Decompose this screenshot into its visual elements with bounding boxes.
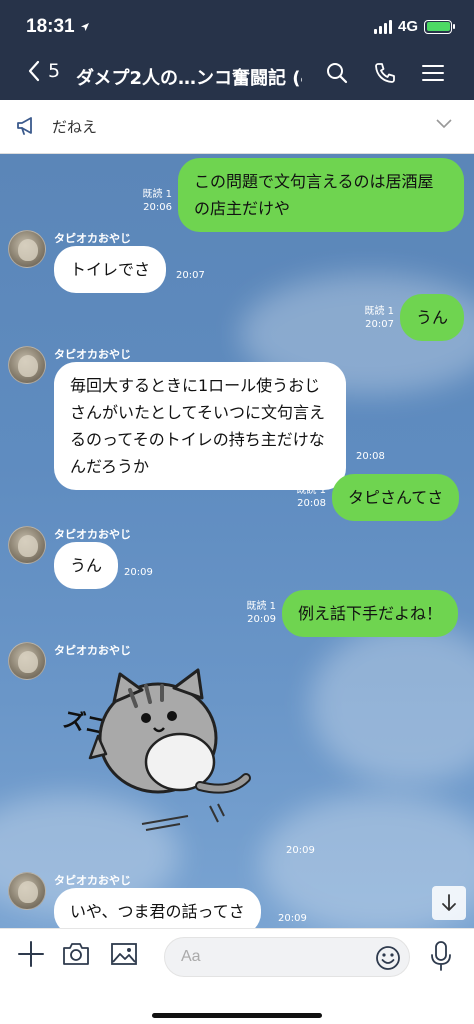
nav-bar: 5 ダメプ2人の…ンコ奮闘記 (4) [0,56,474,96]
sender-name: タピオカおやじ [54,348,131,361]
read-receipt: 既読 1 20:08 [296,485,326,509]
camera-icon[interactable] [62,941,90,967]
message-time: 20:09 [124,567,153,578]
sender-name: タピオカおやじ [54,644,131,657]
message-bubble[interactable]: いや、つま君の話ってさ [54,888,261,928]
sender-name: タピオカおやじ [54,528,131,541]
status-indicators: 4G [373,18,455,35]
cat-sticker[interactable]: ズコー [50,666,260,846]
read-receipt: 既読 1 20:09 [246,601,276,625]
megaphone-icon [17,117,32,135]
avatar[interactable] [8,526,46,564]
chevron-left-icon [28,60,40,82]
message-time: 20:08 [356,451,385,462]
message-bubble[interactable]: この問題で文句言えるのは居酒屋の店主だけや [178,158,464,232]
back-count: 5 [48,60,61,82]
signal-icon [373,19,392,34]
avatar[interactable] [8,642,46,680]
message-time: 20:09 [286,845,315,856]
menu-icon[interactable] [422,63,444,83]
chat-title[interactable]: ダメプ2人の…ンコ奮闘記 (4) [76,64,302,90]
message-input[interactable]: Aa [164,937,410,977]
scroll-down-button[interactable] [432,886,466,920]
chevron-down-icon[interactable] [436,119,452,129]
message-input-placeholder: Aa [181,948,201,965]
avatar[interactable] [8,230,46,268]
message-time: 20:07 [176,270,205,281]
network-label: 4G [397,18,418,35]
image-icon[interactable] [110,941,138,967]
announcement-bar[interactable]: だねえ [0,100,474,154]
battery-icon [424,19,455,34]
back-button[interactable]: 5 [28,60,60,82]
chat-area[interactable]: 既読 1 20:06 この問題で文句言えるのは居酒屋の店主だけや タピオカおやじ … [0,154,474,928]
status-bar: 18:31 4G [0,14,474,44]
avatar[interactable] [8,872,46,910]
chat-header: 18:31 4G 5 ダメプ2人の…ンコ奮闘記 (4) [0,0,474,100]
announcement-text: だねえ [52,118,98,136]
phone-icon[interactable] [374,62,396,84]
sender-name: タピオカおやじ [54,874,131,887]
message-toolbar: Aa [0,928,474,1024]
message-bubble[interactable]: 毎回大するときに1ロール使うおじさんがいたとしてそいつに文句言えるのってそのトイ… [54,362,346,490]
message-bubble[interactable]: うん [400,294,465,341]
microphone-icon[interactable] [430,941,452,971]
sender-name: タピオカおやじ [54,232,131,245]
read-receipt: 既読 1 20:06 [142,189,172,213]
message-bubble[interactable]: タピさんてさ [332,474,460,521]
search-icon[interactable] [326,62,348,84]
message-bubble[interactable]: 例え話下手だよね！ [282,590,459,637]
message-bubble[interactable]: うん [54,542,119,589]
arrow-down-icon [442,894,456,911]
home-indicator [152,1013,322,1018]
avatar[interactable] [8,346,46,384]
read-receipt: 既読 1 20:07 [364,306,394,330]
message-time: 20:09 [278,913,307,924]
status-time: 18:31 [26,16,75,37]
plus-icon[interactable] [18,941,44,967]
emoji-icon[interactable] [375,945,401,971]
message-bubble[interactable]: トイレでさ [54,246,167,293]
location-icon [81,23,89,31]
